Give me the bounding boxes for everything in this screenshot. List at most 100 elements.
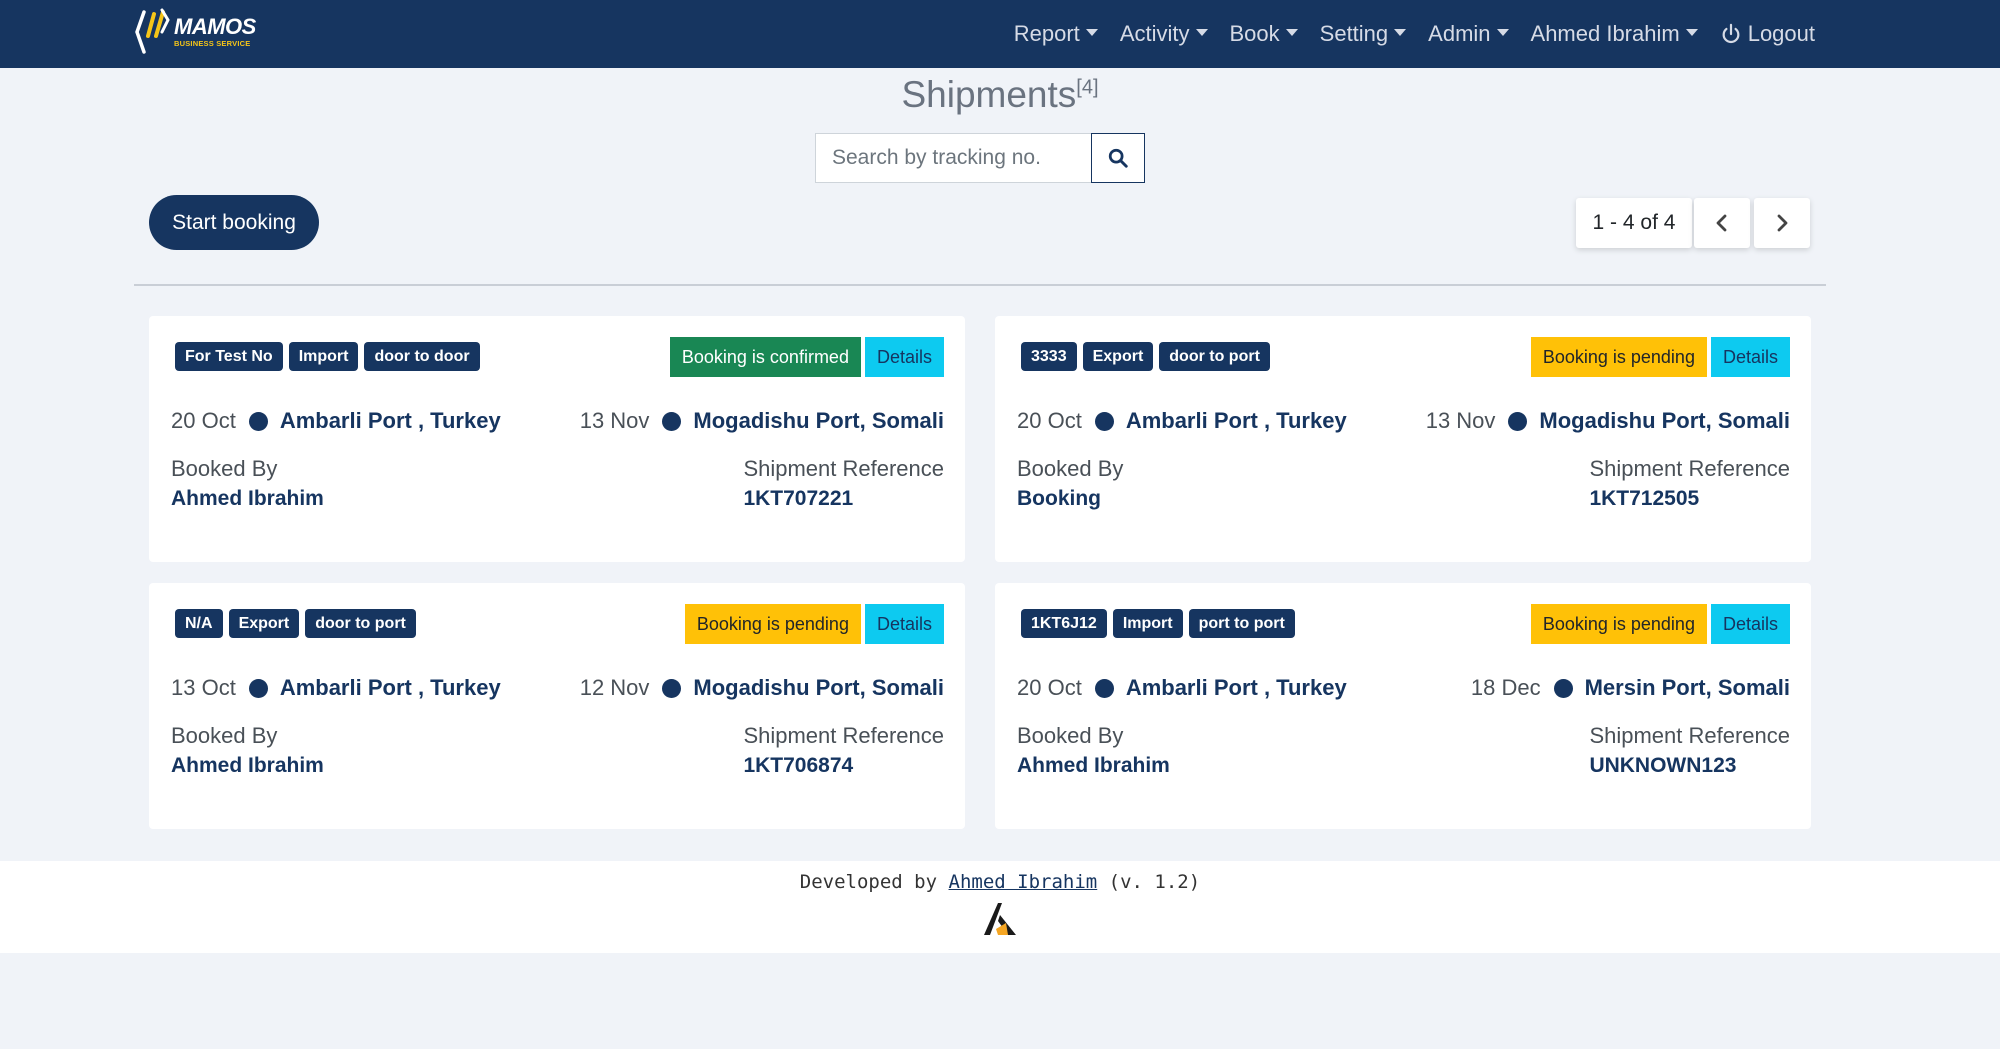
status-badge: Booking is confirmed <box>669 337 861 377</box>
brand-logo[interactable]: MAMOS BUSINESS SERVICE <box>134 6 264 58</box>
details-button[interactable]: Details <box>1710 604 1790 644</box>
shipment-card: 3333 Export door to port Booking is pend… <box>995 316 1811 562</box>
route: 20 Oct Ambarli Port , Turkey 13 Nov Moga… <box>171 403 944 439</box>
shipment-reference-value: 1KT706874 <box>743 754 854 777</box>
tag-tracking: For Test No <box>175 342 283 371</box>
search-icon <box>1108 148 1128 168</box>
nav-report[interactable]: Report <box>1014 21 1098 47</box>
caret-down-icon <box>1285 28 1298 36</box>
search-input[interactable] <box>815 133 1091 183</box>
search-bar <box>815 133 1145 183</box>
details-button[interactable]: Details <box>864 604 944 644</box>
origin: 20 Oct Ambarli Port , Turkey <box>1017 408 1347 434</box>
origin: 20 Oct Ambarli Port , Turkey <box>171 408 501 434</box>
shipment-reference-label: Shipment Reference <box>1589 723 1790 748</box>
origin-port: Ambarli Port , Turkey <box>1125 675 1347 700</box>
nav-book-label: Book <box>1229 21 1280 46</box>
shipment-reference-label: Shipment Reference <box>743 456 944 481</box>
booked-by-value: Booking <box>1017 487 1101 510</box>
dot-icon <box>662 678 682 698</box>
status-badge: Booking is pending <box>1530 337 1707 377</box>
logout-label: Logout <box>1747 21 1815 46</box>
author-link[interactable]: Ahmed Ibrahim <box>949 871 1098 893</box>
dot-icon <box>248 678 268 698</box>
tag-service: door to port <box>1159 342 1270 371</box>
shipment-reference-label: Shipment Reference <box>1589 456 1790 481</box>
dot-icon <box>248 411 268 431</box>
destination: 18 Dec Mersin Port, Somali <box>1471 675 1790 701</box>
tag-tracking: 1KT6J12 <box>1021 609 1107 638</box>
nav-book[interactable]: Book <box>1230 21 1298 47</box>
origin: 13 Oct Ambarli Port , Turkey <box>171 675 501 701</box>
tag-tracking: N/A <box>175 609 223 638</box>
details-button[interactable]: Details <box>864 337 944 377</box>
destination: 12 Nov Mogadishu Port, Somali <box>580 675 944 701</box>
booked-by-label: Booked By <box>1017 723 1124 748</box>
origin-date: 20 Oct <box>1017 675 1082 700</box>
dot-icon <box>1553 678 1573 698</box>
brand-tagline: BUSINESS SERVICE <box>174 39 251 49</box>
tag-service: port to port <box>1188 609 1295 638</box>
chevron-right-icon <box>1777 214 1788 232</box>
footer-credit: Developed by Ahmed Ibrahim (v. 1.2) <box>800 871 1200 893</box>
booked-by-label: Booked By <box>171 456 278 481</box>
destination: 13 Nov Mogadishu Port, Somali <box>580 408 944 434</box>
nav-admin-label: Admin <box>1428 21 1491 46</box>
route: 13 Oct Ambarli Port , Turkey 12 Nov Moga… <box>171 670 944 706</box>
shipment-card: For Test No Import door to door Booking … <box>149 316 965 562</box>
shipment-count: [4] <box>1076 76 1099 99</box>
nav-user-label: Ahmed Ibrahim <box>1530 21 1680 46</box>
destination-date: 13 Nov <box>1425 408 1496 433</box>
nav-setting[interactable]: Setting <box>1320 21 1407 47</box>
booked-by-value: Ahmed Ibrahim <box>1017 754 1170 777</box>
destination-port: Mogadishu Port, Somali <box>693 675 944 700</box>
destination-date: 18 Dec <box>1470 675 1541 700</box>
developer-logo-icon <box>984 903 1016 935</box>
nav-activity-label: Activity <box>1119 21 1190 46</box>
nav-user-menu[interactable]: Ahmed Ibrahim <box>1531 21 1698 47</box>
shipment-reference-value: UNKNOWN123 <box>1589 754 1737 777</box>
start-booking-button[interactable]: Start booking <box>149 195 319 250</box>
pagination-next-button[interactable] <box>1754 198 1810 248</box>
footer-version: (v. 1.2) <box>1097 871 1201 893</box>
top-navbar: MAMOS BUSINESS SERVICE Report Activity B… <box>0 0 2000 68</box>
origin-port: Ambarli Port , Turkey <box>279 408 501 433</box>
origin-port: Ambarli Port , Turkey <box>1125 408 1347 433</box>
destination-port: Mogadishu Port, Somali <box>693 408 944 433</box>
caret-down-icon <box>1685 28 1698 36</box>
origin-port: Ambarli Port , Turkey <box>279 675 501 700</box>
logout-link[interactable]: Logout <box>1720 21 1815 47</box>
nav-report-label: Report <box>1013 21 1080 46</box>
destination: 13 Nov Mogadishu Port, Somali <box>1426 408 1790 434</box>
booked-by-value: Ahmed Ibrahim <box>171 754 324 777</box>
dot-icon <box>1508 411 1528 431</box>
shipment-reference-value: 1KT707221 <box>743 487 854 510</box>
destination-date: 12 Nov <box>579 675 650 700</box>
caret-down-icon <box>1085 28 1098 36</box>
caret-down-icon <box>1195 28 1208 36</box>
origin-date: 20 Oct <box>1017 408 1082 433</box>
shipment-reference-value: 1KT712505 <box>1589 487 1700 510</box>
tag-tracking: 3333 <box>1021 342 1077 371</box>
tag-direction: Export <box>1082 342 1154 371</box>
search-button[interactable] <box>1091 133 1145 183</box>
booked-by-label: Booked By <box>1017 456 1124 481</box>
route: 20 Oct Ambarli Port , Turkey 18 Dec Mers… <box>1017 670 1790 706</box>
dot-icon <box>1094 678 1114 698</box>
pagination-label: 1 - 4 of 4 <box>1576 198 1692 248</box>
tag-service: door to door <box>364 342 480 371</box>
shipment-card: 1KT6J12 Import port to port Booking is p… <box>995 583 1811 829</box>
nav-admin[interactable]: Admin <box>1428 21 1509 47</box>
booked-by-label: Booked By <box>171 723 278 748</box>
status-badge: Booking is pending <box>684 604 861 644</box>
details-button[interactable]: Details <box>1710 337 1790 377</box>
route: 20 Oct Ambarli Port , Turkey 13 Nov Moga… <box>1017 403 1790 439</box>
origin: 20 Oct Ambarli Port , Turkey <box>1017 675 1347 701</box>
destination-date: 13 Nov <box>579 408 650 433</box>
nav-activity[interactable]: Activity <box>1120 21 1208 47</box>
tag-service: door to port <box>305 609 416 638</box>
booked-by-value: Ahmed Ibrahim <box>171 487 324 510</box>
pagination-prev-button[interactable] <box>1694 198 1750 248</box>
destination-port: Mersin Port, Somali <box>1584 675 1790 700</box>
page-title: Shipments[4] <box>0 74 2000 116</box>
